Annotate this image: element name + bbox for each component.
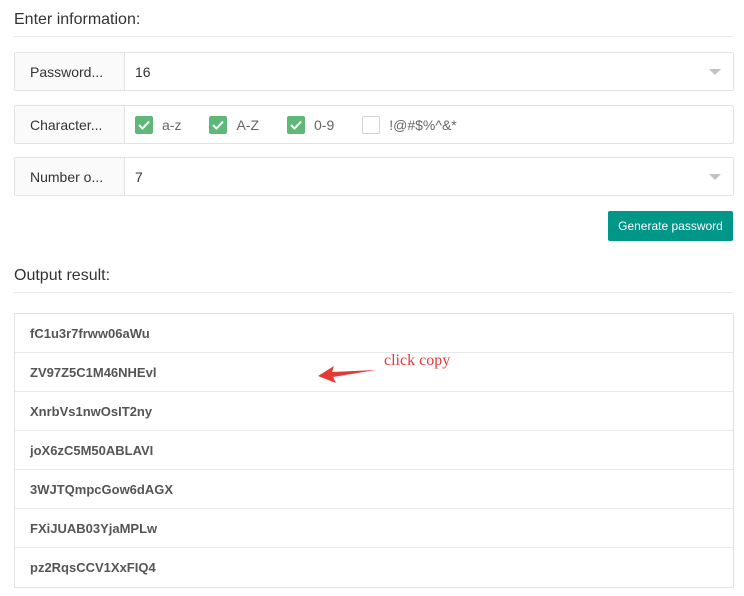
- password-result-row[interactable]: fC1u3r7frww06aWu: [15, 314, 733, 353]
- password-result-row[interactable]: joX6zC5M50ABLAVI: [15, 431, 733, 470]
- divider: [14, 36, 734, 37]
- password-length-row: Password... 16: [14, 52, 734, 91]
- checkbox-label: a-z: [162, 116, 182, 133]
- password-result-row[interactable]: pz2RqsCCV1XxFIQ4: [15, 548, 733, 587]
- output-section-title: Output result:: [14, 267, 111, 284]
- character-options: a-z A-Z 0-9 !@#$%^&*: [125, 106, 733, 143]
- password-result-row[interactable]: XnrbVs1nwOsIT2ny: [15, 392, 733, 431]
- checkbox-label: A-Z: [236, 116, 260, 133]
- left-arrow-icon: [318, 366, 376, 383]
- character-types-row: Character... a-z A-Z 0-9 !@#$%^&*: [14, 105, 734, 144]
- checkbox-digits[interactable]: 0-9: [287, 115, 335, 134]
- password-length-select[interactable]: 16: [125, 53, 733, 90]
- password-length-label: Password...: [15, 53, 125, 90]
- chevron-down-icon: [709, 69, 721, 75]
- click-copy-annotation: click copy: [384, 352, 451, 369]
- empty-checkbox-icon: [362, 115, 381, 134]
- check-icon: [287, 115, 306, 134]
- checkbox-lowercase[interactable]: a-z: [135, 115, 182, 134]
- checkbox-label: 0-9: [314, 116, 335, 133]
- check-icon: [135, 115, 153, 134]
- password-results-list: fC1u3r7frww06aWu ZV97Z5C1M46NHEvl XnrbVs…: [14, 313, 734, 588]
- character-types-label: Character...: [15, 106, 125, 143]
- number-of-passwords-row: Number o... 7: [14, 157, 734, 196]
- input-section-title: Enter information:: [14, 11, 141, 28]
- password-result-row[interactable]: FXiJUAB03YjaMPLw: [15, 509, 733, 548]
- check-icon: [209, 115, 228, 134]
- number-of-passwords-value: 7: [135, 168, 143, 185]
- chevron-down-icon: [709, 174, 721, 180]
- divider: [14, 292, 734, 293]
- checkbox-symbols[interactable]: !@#$%^&*: [362, 115, 457, 134]
- checkbox-uppercase[interactable]: A-Z: [209, 115, 260, 134]
- number-of-passwords-select[interactable]: 7: [125, 158, 733, 195]
- number-of-passwords-label: Number o...: [15, 158, 125, 195]
- checkbox-label: !@#$%^&*: [389, 116, 457, 133]
- password-result-row[interactable]: 3WJTQmpcGow6dAGX: [15, 470, 733, 509]
- password-length-value: 16: [135, 63, 151, 80]
- generate-password-button[interactable]: Generate password: [608, 211, 733, 241]
